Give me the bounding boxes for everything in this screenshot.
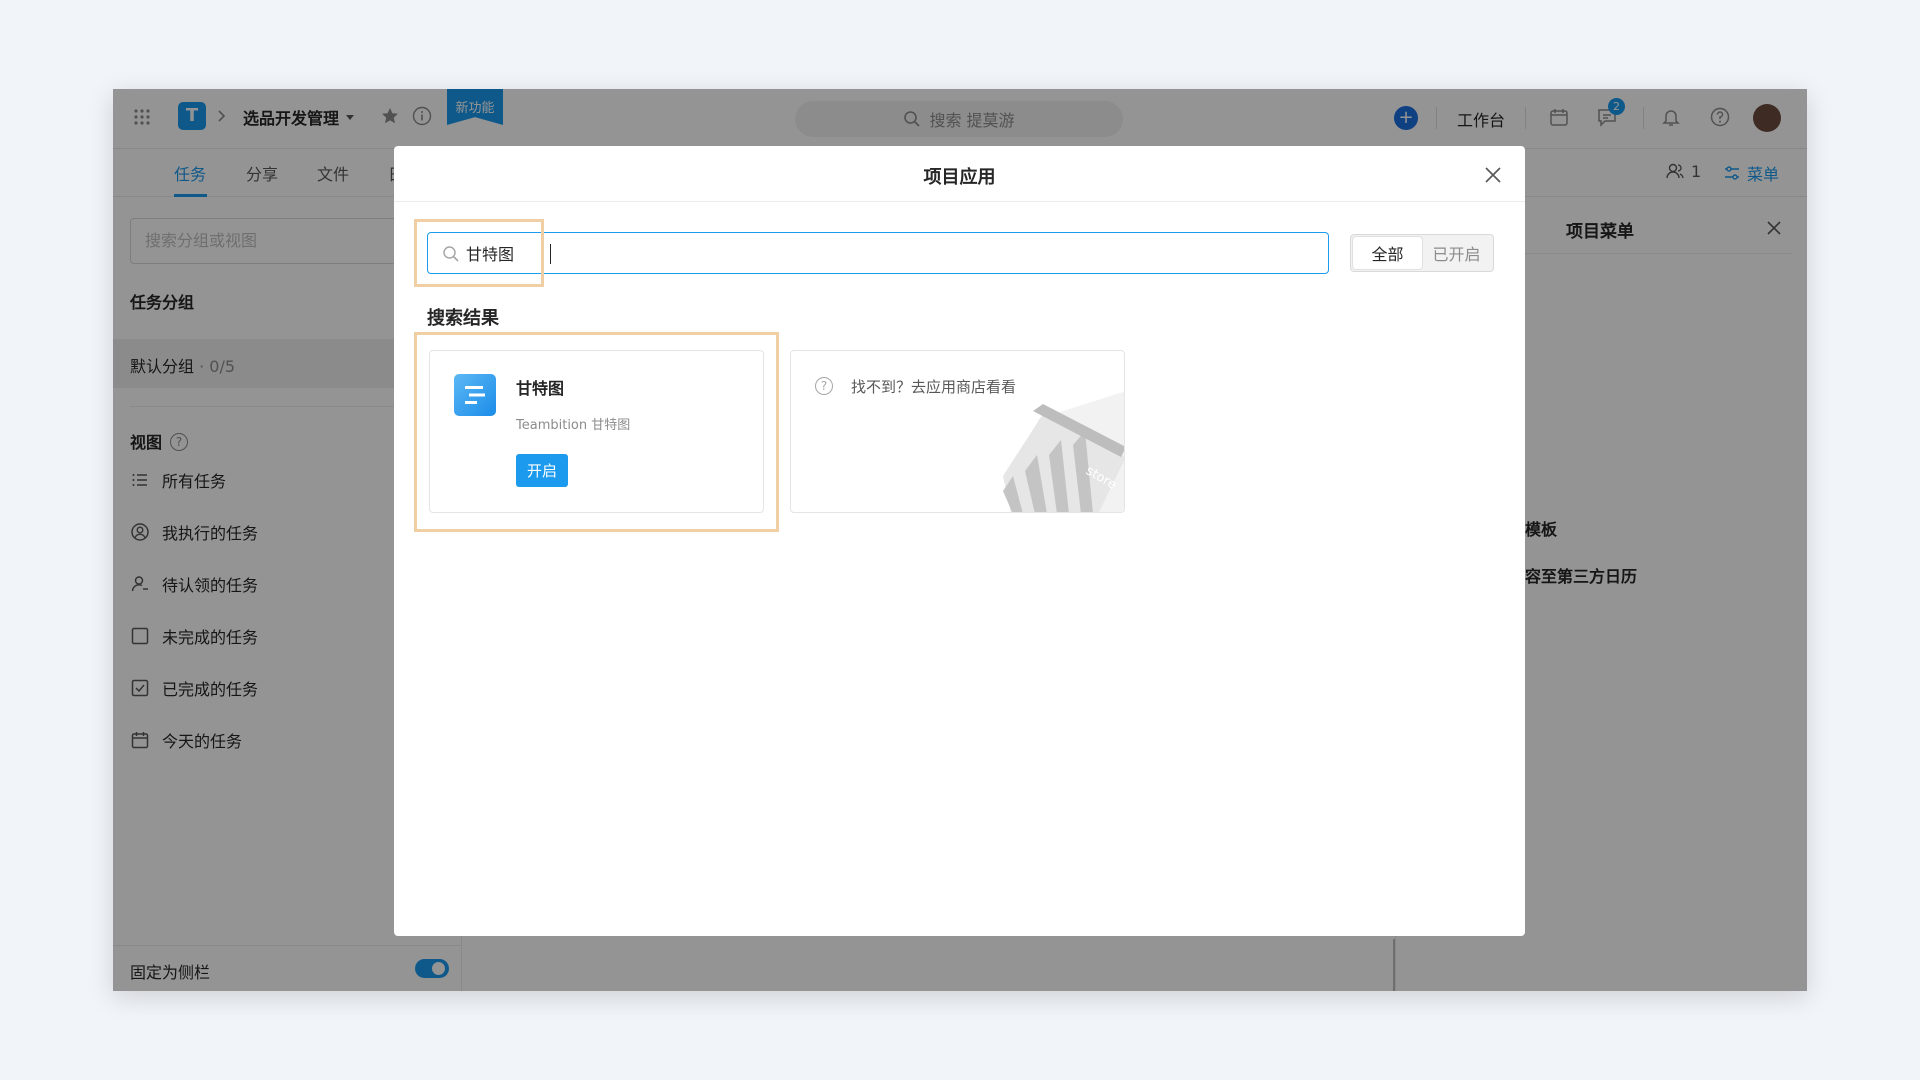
search-highlight-box [414, 219, 544, 287]
project-apps-modal: 项目应用 全部 已开启 搜索结果 甘特图 Teambition 甘特图 开启 [394, 146, 1525, 936]
app-store-prompt: 找不到？去应用商店看看 [851, 378, 1017, 396]
app-search-input[interactable] [466, 241, 1306, 265]
search-results-heading: 搜索结果 [427, 308, 499, 329]
modal-header: 项目应用 [394, 146, 1525, 202]
app-store-card[interactable]: ? 找不到？去应用商店看看 store [790, 350, 1125, 513]
filter-all-button[interactable]: 全部 [1353, 237, 1422, 269]
close-icon[interactable] [1484, 166, 1502, 184]
app-filter-segment: 全部 已开启 [1350, 234, 1494, 272]
modal-title: 项目应用 [923, 167, 996, 188]
text-cursor [550, 244, 551, 264]
filter-enabled-button[interactable]: 已开启 [1422, 237, 1491, 269]
card-highlight-box [414, 332, 779, 532]
question-circle-icon: ? [815, 377, 833, 395]
app-search-field[interactable] [427, 232, 1329, 274]
store-awning-illustration-icon: store [1003, 391, 1124, 512]
app-window: T 选品开发管理 新功能 搜索 提莫游 + 工作台 2 任务 分享 文件 1 菜… [113, 89, 1807, 991]
